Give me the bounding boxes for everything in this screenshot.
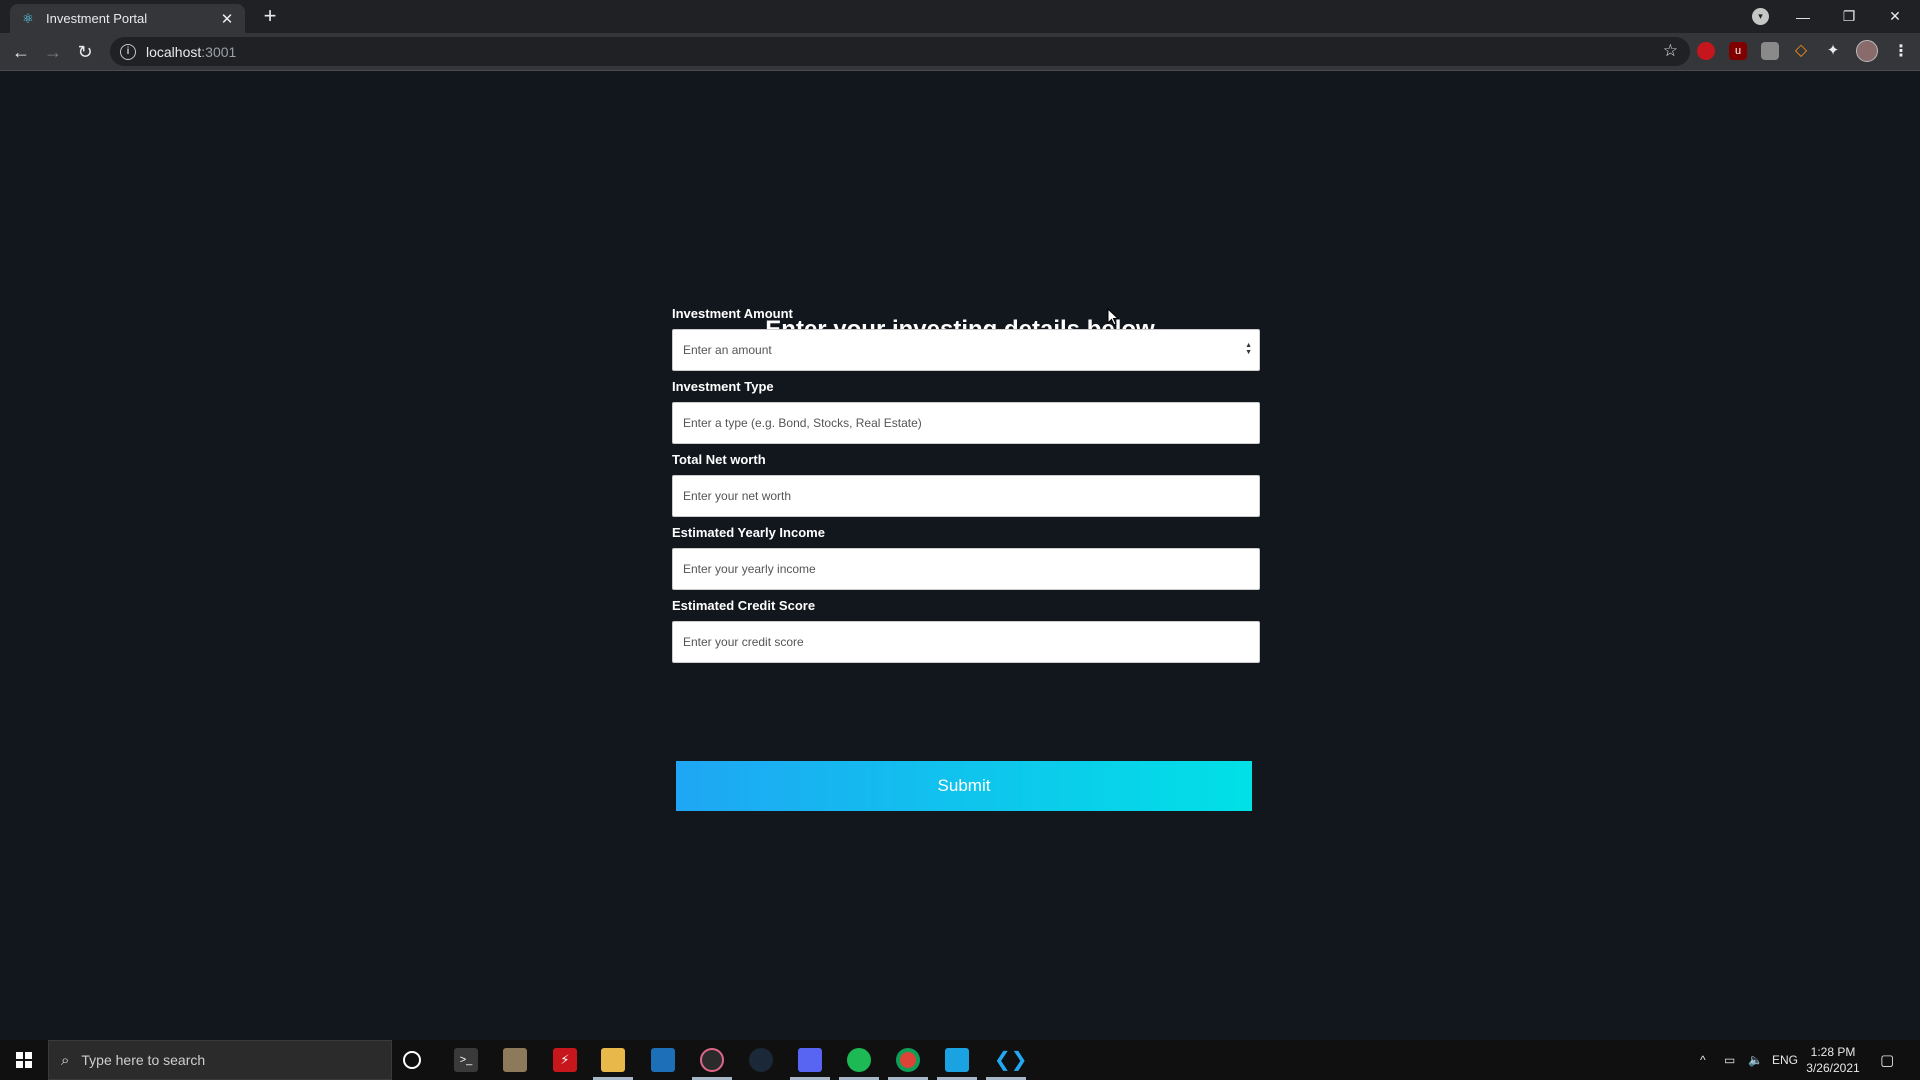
windows-taskbar: ⌕ Type here to search >_ ⚡ ❮❯ ^ ▭ 🔈 ENG … <box>0 1040 1920 1080</box>
notification-center-icon[interactable]: ▢ <box>1880 1040 1894 1080</box>
store-app-icon[interactable] <box>945 1048 969 1072</box>
extension-gray-icon[interactable] <box>1761 42 1779 60</box>
extension-orange-diamond-icon[interactable]: ◇ <box>1792 42 1810 60</box>
net-worth-label: Total Net worth <box>672 452 766 467</box>
investment-type-label: Investment Type <box>672 379 774 394</box>
spotify-icon[interactable] <box>847 1048 871 1072</box>
media-player-icon[interactable] <box>700 1048 724 1072</box>
browser-toolbar: ← → ↻ i localhost:3001 ☆ u ◇ ✦ ⋮ <box>0 33 1920 71</box>
tab-search-icon[interactable]: ▾ <box>1752 8 1769 25</box>
url-port: :3001 <box>201 43 237 60</box>
clock-date: 3/26/2021 <box>1806 1061 1860 1075</box>
tray-chevron-icon[interactable]: ^ <box>1700 1040 1706 1080</box>
vscode-icon[interactable]: ❮❯ <box>994 1048 1028 1072</box>
extension-red-icon[interactable] <box>1697 42 1715 60</box>
net-worth-input[interactable] <box>672 475 1260 517</box>
investment-amount-input[interactable] <box>672 329 1260 371</box>
yearly-income-label: Estimated Yearly Income <box>672 525 825 540</box>
investment-form: Investment Amount ▲▼ Investment Type Tot… <box>672 306 1260 671</box>
site-info-icon[interactable]: i <box>120 43 136 60</box>
cortana-icon[interactable] <box>403 1051 421 1069</box>
reload-icon[interactable]: ↻ <box>74 41 96 63</box>
back-arrow-icon[interactable]: ← <box>10 41 32 63</box>
react-favicon-icon: ⚛ <box>22 10 34 26</box>
window-close-icon[interactable]: ✕ <box>1872 8 1918 25</box>
browser-tab-active[interactable]: ⚛ Investment Portal ✕ <box>10 4 245 33</box>
taskbar-search-placeholder: Type here to search <box>81 1052 206 1068</box>
restore-icon[interactable]: ❐ <box>1826 8 1872 25</box>
credit-score-input[interactable] <box>672 621 1260 663</box>
search-icon: ⌕ <box>61 1051 70 1069</box>
investment-amount-label: Investment Amount <box>672 306 793 321</box>
windows-start-icon[interactable] <box>0 1040 48 1080</box>
taskbar-clock[interactable]: 1:28 PM 3/26/2021 <box>1800 1044 1866 1076</box>
profile-avatar[interactable] <box>1856 40 1878 62</box>
investment-amount-wrapper: ▲▼ <box>672 329 1260 371</box>
tab-title: Investment Portal <box>46 11 148 26</box>
volume-icon[interactable]: 🔈 <box>1748 1040 1763 1080</box>
tab-close-icon[interactable]: ✕ <box>219 10 235 28</box>
chrome-icon[interactable] <box>896 1048 920 1072</box>
browser-menu-icon[interactable]: ⋮ <box>1893 41 1909 61</box>
language-indicator[interactable]: ENG <box>1772 1040 1798 1080</box>
bookmark-star-icon[interactable]: ☆ <box>1663 41 1678 61</box>
file-explorer-icon[interactable] <box>601 1048 625 1072</box>
new-tab-button[interactable]: + <box>258 5 282 27</box>
investment-type-input[interactable] <box>672 402 1260 444</box>
address-url: localhost:3001 <box>146 44 236 60</box>
submit-button[interactable]: Submit <box>676 761 1252 811</box>
yearly-income-input[interactable] <box>672 548 1260 590</box>
url-host: localhost <box>146 43 202 60</box>
window-controls: — ❐ ✕ <box>1780 0 1918 33</box>
address-bar[interactable]: i localhost:3001 ☆ <box>110 37 1690 66</box>
ublock-origin-icon[interactable]: u <box>1729 42 1747 60</box>
credit-score-label: Estimated Credit Score <box>672 598 816 613</box>
discord-icon[interactable] <box>798 1048 822 1072</box>
steam-icon[interactable] <box>749 1048 773 1072</box>
mouse-pointer-icon <box>1107 307 1120 331</box>
forward-arrow-icon[interactable]: → <box>42 41 64 63</box>
minimize-icon[interactable]: — <box>1780 9 1826 25</box>
photos-app-icon[interactable] <box>503 1048 527 1072</box>
photo-viewer-icon[interactable] <box>651 1048 675 1072</box>
flash-app-icon[interactable]: ⚡ <box>553 1048 577 1072</box>
taskbar-search-box[interactable]: ⌕ Type here to search <box>48 1040 392 1080</box>
browser-tab-bar: ⚛ Investment Portal ✕ + ▾ — ❐ ✕ <box>0 0 1920 33</box>
terminal-icon[interactable]: >_ <box>454 1048 478 1072</box>
clock-time: 1:28 PM <box>1810 1045 1856 1059</box>
number-spinner-icon[interactable]: ▲ ▼ <box>1245 342 1252 356</box>
network-icon[interactable]: ▭ <box>1724 1040 1735 1080</box>
extensions-puzzle-icon[interactable]: ✦ <box>1824 42 1842 60</box>
